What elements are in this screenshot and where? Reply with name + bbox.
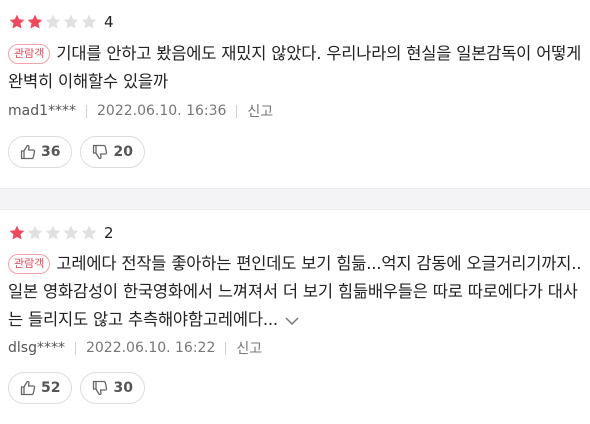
star-icon-filled xyxy=(8,224,26,242)
review-separator xyxy=(0,188,590,210)
thumbs-down-icon xyxy=(92,144,108,160)
review-text: 기대를 안하고 봤음에도 재밌지 않았다. 우리나라의 현실을 일본감독이 어떻… xyxy=(8,44,582,91)
review-date: 2022.06.10. 16:22 xyxy=(85,340,216,356)
star-icon-filled xyxy=(8,13,26,31)
like-button[interactable]: 36 xyxy=(8,136,73,168)
like-button[interactable]: 52 xyxy=(8,372,73,404)
review-content: 관람객 기대를 안하고 봤음에도 재밌지 않았다. 우리나라의 현실을 일본감독이… xyxy=(8,40,582,96)
dislike-count: 20 xyxy=(113,144,133,160)
audience-badge: 관람객 xyxy=(8,254,51,274)
review-item-2: 2 관람객 고레에다 전작들 좋아하는 편인데도 보기 힘듦...억지 감동에 오… xyxy=(0,210,590,424)
audience-badge: 관람객 xyxy=(8,44,51,64)
report-link[interactable]: 신고 xyxy=(247,101,273,121)
review-content: 관람객 고레에다 전작들 좋아하는 편인데도 보기 힘듦...억지 감동에 오글거… xyxy=(8,250,582,334)
review-meta: dlsg**** 2022.06.10. 16:22 신고 xyxy=(8,338,262,358)
meta-divider xyxy=(86,104,88,118)
star-rating: 4 xyxy=(8,13,114,31)
meta-divider xyxy=(74,341,76,355)
rating-score: 4 xyxy=(104,13,114,31)
star-icon-empty xyxy=(44,224,62,242)
report-link[interactable]: 신고 xyxy=(236,338,262,358)
review-date: 2022.06.10. 16:36 xyxy=(97,103,227,119)
star-rating: 2 xyxy=(8,224,114,242)
like-count: 52 xyxy=(41,380,61,396)
meta-divider xyxy=(236,104,238,118)
review-actions: 36 20 xyxy=(8,136,145,168)
rating-score: 2 xyxy=(104,224,114,242)
dislike-count: 30 xyxy=(113,380,133,396)
dislike-button[interactable]: 30 xyxy=(80,372,145,404)
meta-divider xyxy=(225,341,227,355)
thumbs-up-icon xyxy=(20,144,36,160)
thumbs-up-icon xyxy=(20,380,36,396)
star-icon-empty xyxy=(62,224,80,242)
star-icon-filled xyxy=(26,13,44,31)
author-id: dlsg**** xyxy=(8,340,65,356)
star-icon-empty xyxy=(62,13,80,31)
dislike-button[interactable]: 20 xyxy=(80,136,145,168)
author-id: mad1**** xyxy=(8,103,77,119)
star-icon-empty xyxy=(80,13,98,31)
like-count: 36 xyxy=(41,144,61,160)
star-icon-empty xyxy=(80,224,98,242)
review-meta: mad1**** 2022.06.10. 16:36 신고 xyxy=(8,101,273,121)
chevron-down-icon[interactable] xyxy=(284,313,300,329)
star-icon-empty xyxy=(26,224,44,242)
review-actions: 52 30 xyxy=(8,372,145,404)
star-icon-empty xyxy=(44,13,62,31)
thumbs-down-icon xyxy=(92,380,108,396)
review-item-1: 4 관람객 기대를 안하고 봤음에도 재밌지 않았다. 우리나라의 현실을 일본감… xyxy=(0,0,590,188)
